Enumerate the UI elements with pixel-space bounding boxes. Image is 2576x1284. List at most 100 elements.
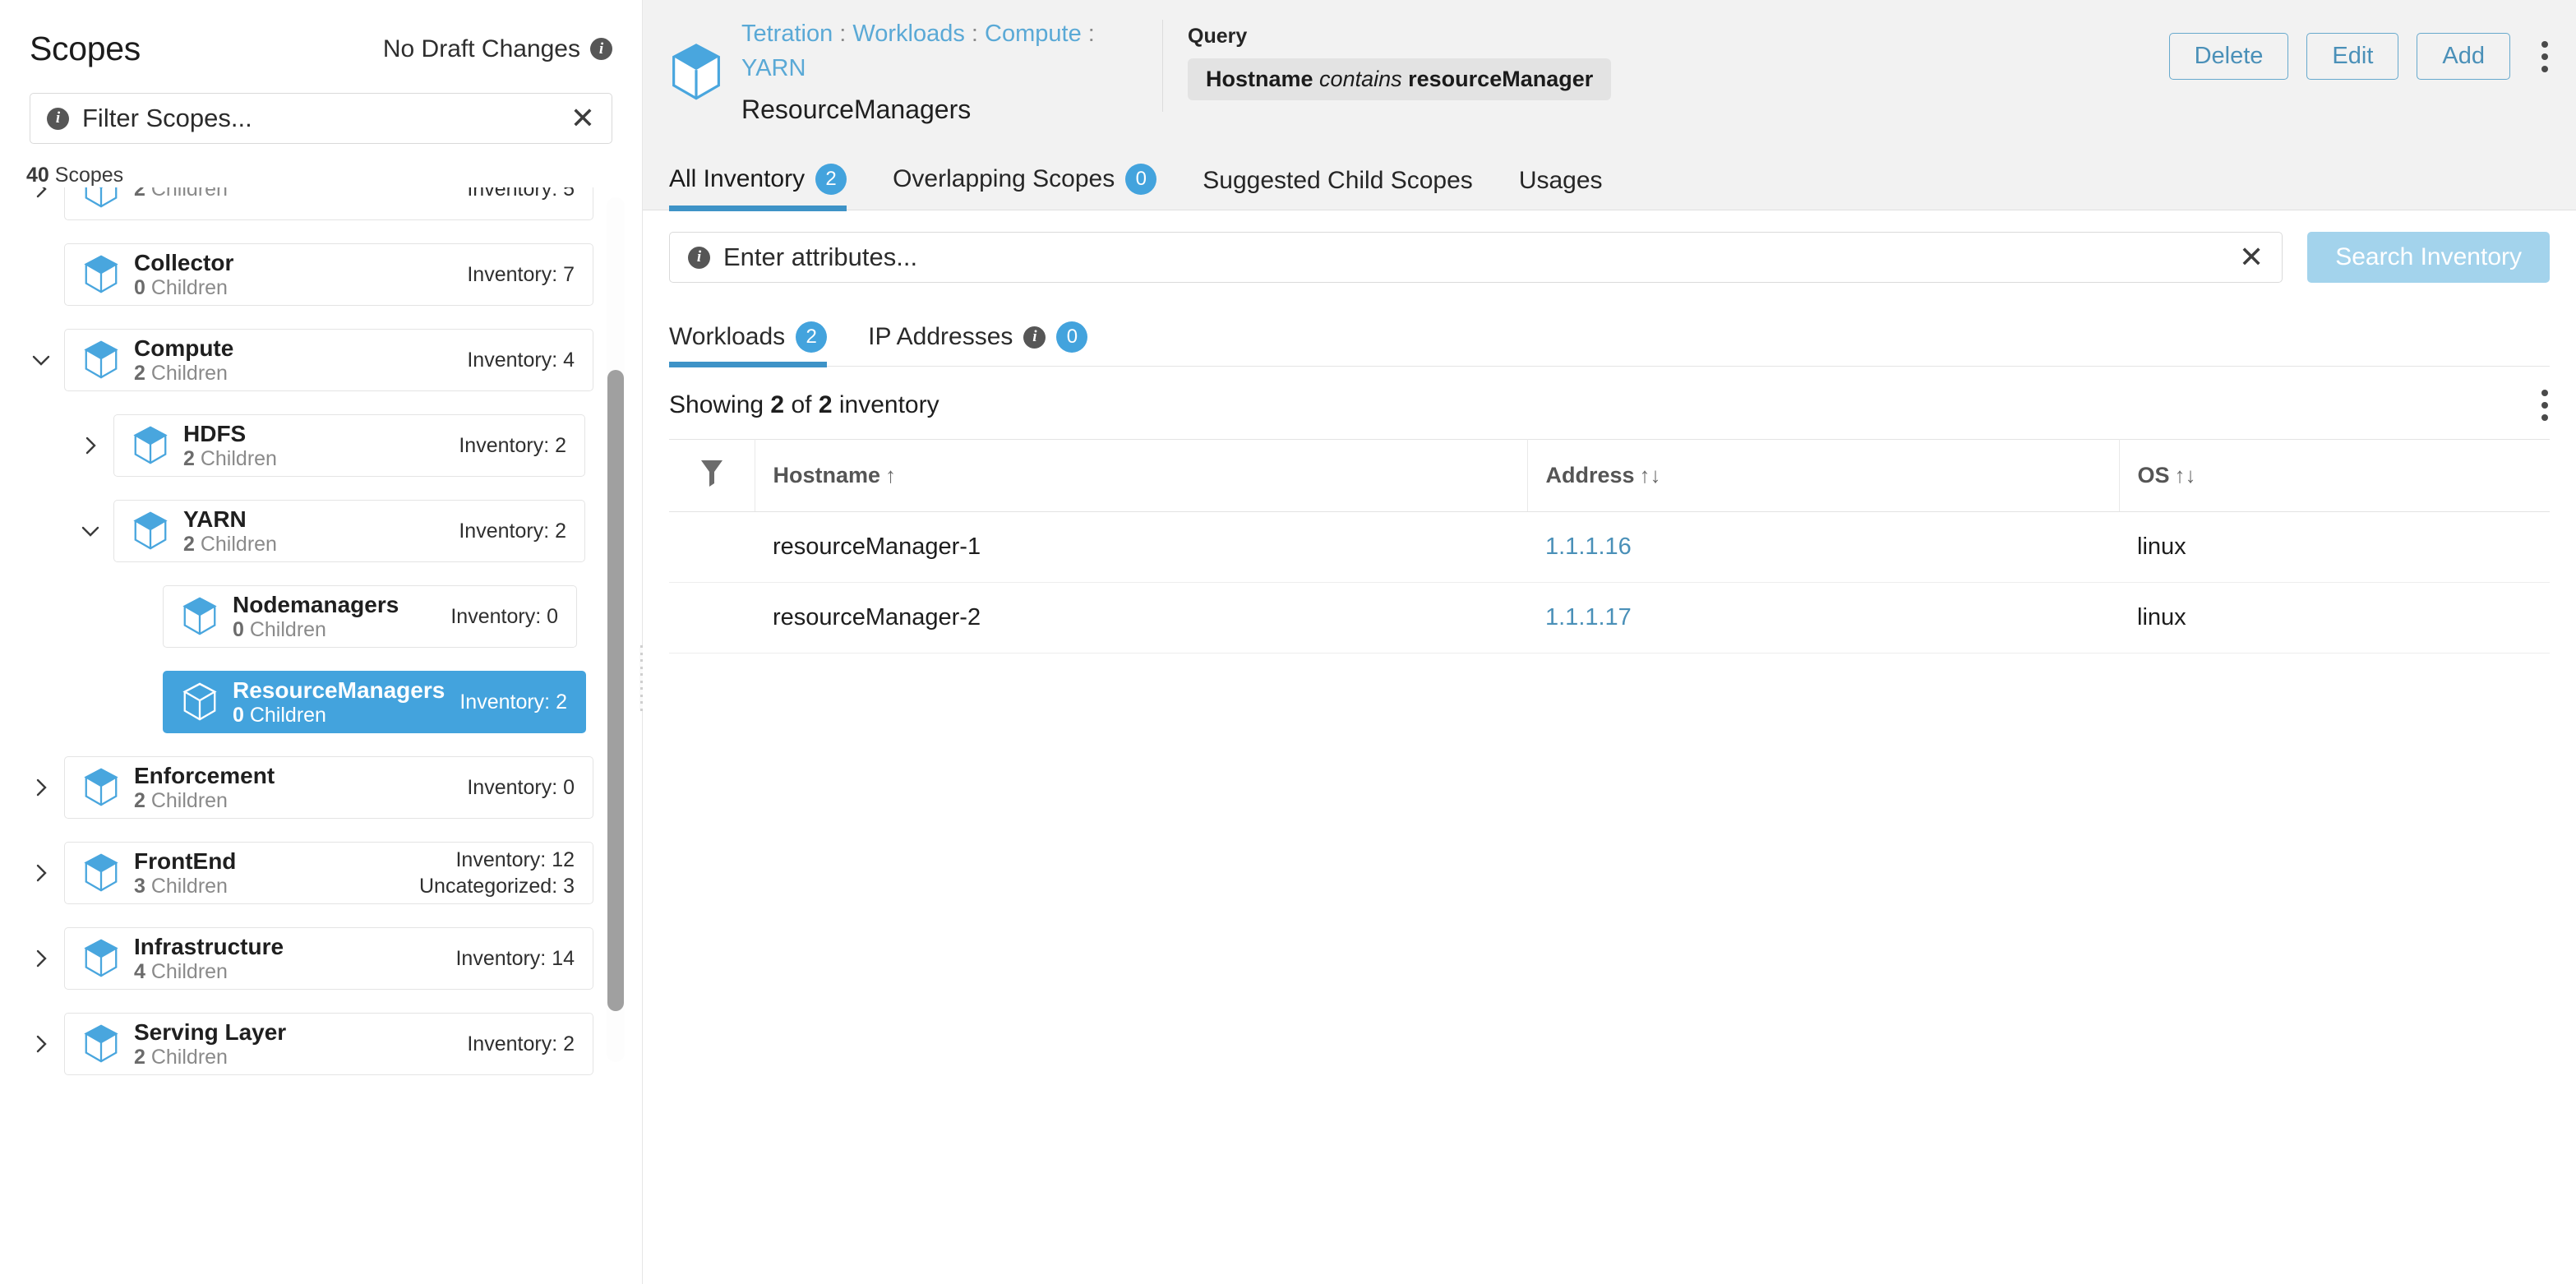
cell-os: linux bbox=[2119, 511, 2550, 583]
funnel-filter-icon[interactable] bbox=[699, 458, 724, 493]
cube-icon bbox=[83, 187, 119, 209]
breadcrumb-link-compute[interactable]: Compute bbox=[985, 21, 1082, 47]
info-icon[interactable]: i bbox=[1023, 326, 1046, 349]
scope-card[interactable]: Collector 0 Children Inventory: 7 bbox=[64, 243, 593, 306]
edit-button[interactable]: Edit bbox=[2306, 33, 2399, 80]
chevron-right-icon[interactable] bbox=[18, 775, 64, 800]
info-icon[interactable]: i bbox=[688, 246, 710, 269]
scope-card[interactable]: ResourceManagers 0 Children Inventory: 2 bbox=[163, 671, 586, 733]
scope-card[interactable]: YARN 2 Children Inventory: 2 bbox=[113, 500, 585, 562]
delete-button[interactable]: Delete bbox=[2168, 33, 2289, 80]
breadcrumb-separator: : bbox=[1081, 21, 1095, 47]
sidebar-scrollbar-thumb[interactable] bbox=[607, 370, 624, 1011]
tab-label: Suggested Child Scopes bbox=[1203, 167, 1473, 194]
search-input[interactable]: i Enter attributes... ✕ bbox=[669, 232, 2283, 283]
breadcrumb-link-workloads[interactable]: Workloads bbox=[852, 21, 964, 47]
chevron-right-icon[interactable] bbox=[67, 433, 113, 458]
app-root: Scopes No Draft Changes i i Filter Scope… bbox=[0, 0, 2576, 1284]
scope-card-children: 3 Children bbox=[134, 874, 228, 898]
address-link[interactable]: 1.1.1.17 bbox=[1545, 604, 1632, 630]
breadcrumb[interactable]: Tetration : Workloads : Compute : YARN bbox=[741, 16, 1162, 85]
scope-card-children: 2 Children bbox=[134, 361, 228, 385]
scope-tree-item[interactable]: ResourceManagers 0 Children Inventory: 2 bbox=[0, 671, 643, 733]
inventory-subtabs: Workloads 2 IP Addresses i 0 bbox=[669, 303, 2550, 367]
search-inventory-button[interactable]: Search Inventory bbox=[2307, 232, 2550, 283]
scope-tree-item[interactable]: Compute 2 Children Inventory: 4 bbox=[0, 329, 643, 391]
column-header-os[interactable]: OS ↑↓ bbox=[2119, 439, 2550, 512]
cell-address: 1.1.1.16 bbox=[1527, 511, 2119, 583]
scope-card-uncategorized: Uncategorized: 3 bbox=[418, 875, 575, 898]
column-header-address[interactable]: Address ↑↓ bbox=[1527, 439, 2120, 512]
scope-tree-item[interactable]: FrontEnd 3 Children Inventory: 12 Uncategor… bbox=[0, 842, 643, 904]
column-label-hostname: Hostname bbox=[773, 463, 881, 487]
column-filter-toggle[interactable] bbox=[669, 439, 755, 512]
scope-card-text: ResourceManagers 0 Children bbox=[233, 677, 445, 726]
chevron-down-icon[interactable] bbox=[18, 348, 64, 372]
chevron-right-icon[interactable] bbox=[18, 946, 64, 971]
close-icon[interactable]: ✕ bbox=[570, 104, 595, 133]
info-icon[interactable]: i bbox=[590, 38, 612, 60]
chevron-down-icon[interactable] bbox=[67, 519, 113, 543]
column-header-hostname[interactable]: Hostname ↑ bbox=[755, 439, 1528, 512]
scope-tree-item[interactable]: Serving Layer 2 Children Inventory: 2 bbox=[0, 1013, 643, 1075]
filter-scopes-input[interactable]: i Filter Scopes... ✕ bbox=[30, 93, 612, 144]
tab-suggested-child-scopes[interactable]: Suggested Child Scopes bbox=[1203, 167, 1473, 210]
breadcrumb-link-tetration[interactable]: Tetration bbox=[741, 21, 833, 47]
scope-card-name: FrontEnd bbox=[134, 848, 237, 875]
subtab-ip-addresses[interactable]: IP Addresses i 0 bbox=[868, 321, 1088, 366]
chevron-right-icon[interactable] bbox=[18, 187, 64, 201]
header-divider bbox=[1162, 20, 1163, 112]
cube-icon bbox=[83, 255, 119, 294]
table-row[interactable]: resourceManager-1 1.1.1.16 linux bbox=[669, 511, 2550, 583]
scope-card-children: 2 Children bbox=[183, 446, 277, 470]
subtab-label: Workloads bbox=[669, 323, 786, 350]
chevron-right-icon[interactable] bbox=[18, 1032, 64, 1056]
tab-overlapping-scopes[interactable]: Overlapping Scopes 0 bbox=[893, 164, 1157, 210]
scope-card-text: Serving Layer 2 Children bbox=[134, 1019, 452, 1068]
sort-indicator: ↑↓ bbox=[2174, 463, 2196, 487]
scope-tree-item[interactable]: 2 Children Inventory: 5 bbox=[0, 187, 643, 220]
scope-card[interactable]: Nodemanagers 0 Children Inventory: 0 bbox=[163, 585, 577, 648]
scope-card[interactable]: Infrastructure 4 Children Inventory: 14 bbox=[64, 927, 593, 990]
info-icon[interactable]: i bbox=[47, 107, 69, 130]
scope-tree-item[interactable]: Collector 0 Children Inventory: 7 bbox=[0, 243, 643, 306]
results-summary-row: Showing 2 of 2 inventory bbox=[669, 367, 2550, 439]
scope-tree-item[interactable]: Infrastructure 4 Children Inventory: 14 bbox=[0, 927, 643, 990]
kebab-menu-icon[interactable] bbox=[2540, 390, 2550, 421]
tab-usages[interactable]: Usages bbox=[1519, 167, 1603, 210]
cube-icon bbox=[132, 426, 169, 465]
tab-badge: 0 bbox=[1125, 164, 1157, 195]
scope-card-text: Enforcement 2 Children bbox=[134, 763, 452, 811]
address-link[interactable]: 1.1.1.16 bbox=[1545, 533, 1632, 560]
query-operator: contains bbox=[1319, 67, 1402, 91]
scope-tree-item[interactable]: YARN 2 Children Inventory: 2 bbox=[0, 500, 643, 562]
scope-tree-item[interactable]: Nodemanagers 0 Children Inventory: 0 bbox=[0, 585, 643, 648]
scope-card-text: Nodemanagers 0 Children bbox=[233, 592, 436, 640]
draft-status: No Draft Changes i bbox=[383, 35, 612, 63]
scope-tree-item[interactable]: Enforcement 2 Children Inventory: 0 bbox=[0, 756, 643, 819]
subtab-workloads[interactable]: Workloads 2 bbox=[669, 321, 828, 367]
tab-all-inventory[interactable]: All Inventory 2 bbox=[669, 164, 847, 211]
cube-icon bbox=[132, 511, 169, 551]
table-row[interactable]: resourceManager-2 1.1.1.17 linux bbox=[669, 582, 2550, 654]
scope-card[interactable]: HDFS 2 Children Inventory: 2 bbox=[113, 414, 585, 477]
close-icon[interactable]: ✕ bbox=[2239, 240, 2264, 275]
scope-card[interactable]: Enforcement 2 Children Inventory: 0 bbox=[64, 756, 593, 819]
scope-card-name: Compute bbox=[134, 335, 234, 362]
scope-tree: 2 Children Inventory: 5 Collector 0 Childre… bbox=[0, 187, 643, 1284]
scope-card[interactable]: 2 Children Inventory: 5 bbox=[64, 187, 593, 220]
chevron-right-icon[interactable] bbox=[18, 861, 64, 885]
cube-icon bbox=[83, 768, 119, 807]
scope-card[interactable]: Compute 2 Children Inventory: 4 bbox=[64, 329, 593, 391]
tab-label: Overlapping Scopes bbox=[893, 165, 1115, 192]
scope-tree-item[interactable]: HDFS 2 Children Inventory: 2 bbox=[0, 414, 643, 477]
scope-card[interactable]: FrontEnd 3 Children Inventory: 12 Uncategor… bbox=[64, 842, 593, 904]
search-placeholder: Enter attributes... bbox=[723, 242, 918, 271]
scope-card-text: HDFS 2 Children bbox=[183, 421, 444, 469]
kebab-menu-icon[interactable] bbox=[2540, 40, 2550, 72]
add-button[interactable]: Add bbox=[2417, 33, 2510, 80]
scope-card-name: Nodemanagers bbox=[233, 592, 399, 618]
scope-card[interactable]: Serving Layer 2 Children Inventory: 2 bbox=[64, 1013, 593, 1075]
tab-badge: 2 bbox=[815, 164, 847, 195]
breadcrumb-link-yarn[interactable]: YARN bbox=[741, 55, 806, 81]
